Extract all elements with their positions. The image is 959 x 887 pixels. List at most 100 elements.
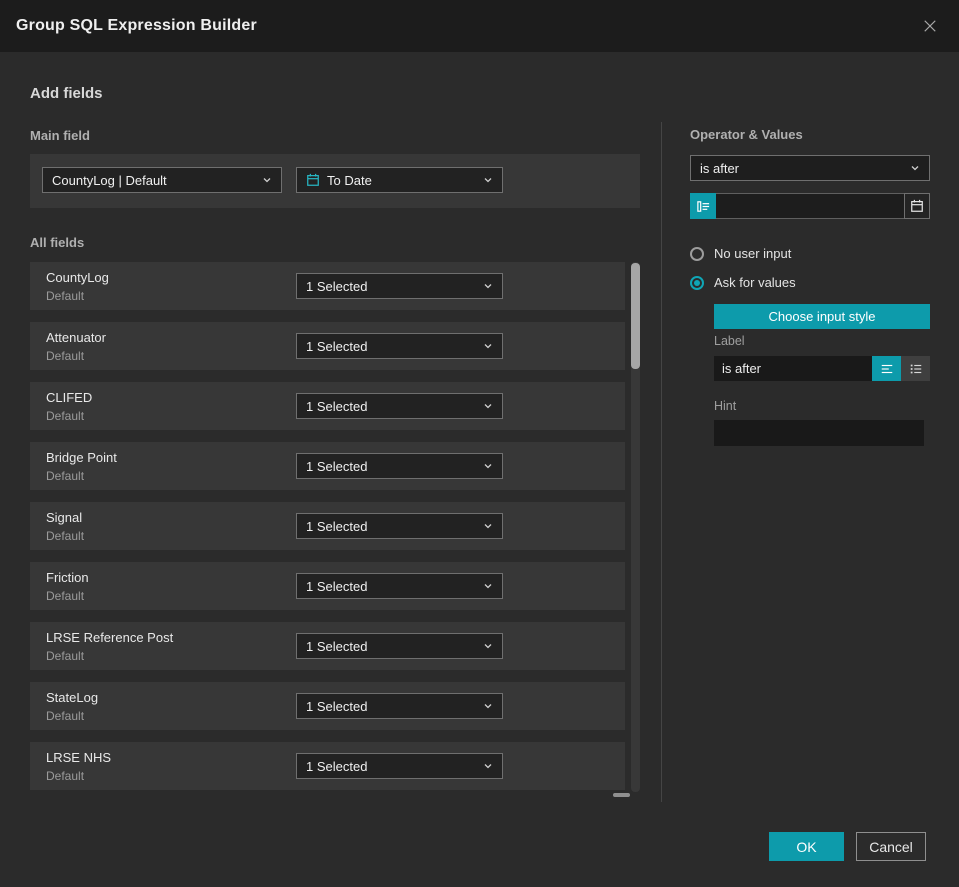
value-mode-button[interactable] [690, 193, 716, 219]
chevron-down-icon [911, 166, 919, 171]
chevron-down-icon [484, 644, 492, 649]
dropdown-value: 1 Selected [306, 698, 368, 714]
ok-button[interactable]: OK [769, 832, 844, 861]
field-source: Default [46, 649, 85, 663]
field-source: Default [46, 469, 85, 483]
field-source: Default [46, 349, 85, 363]
field-name: CountyLog [46, 270, 109, 285]
field-name: Bridge Point [46, 450, 117, 465]
main-field-heading: Main field [30, 128, 90, 143]
radio-label: Ask for values [714, 275, 796, 290]
field-selected-dropdown[interactable]: 1 Selected [296, 573, 503, 599]
dropdown-value: 1 Selected [306, 578, 368, 594]
value-input[interactable] [716, 193, 904, 219]
value-input-row [690, 193, 930, 219]
field-selected-dropdown[interactable]: 1 Selected [296, 633, 503, 659]
field-name: Signal [46, 510, 83, 525]
chevron-down-icon [484, 178, 492, 183]
all-fields-list: CountyLog Default 1 Selected Attenuator … [30, 262, 625, 790]
field-name: Attenuator [46, 330, 106, 345]
field-selected-dropdown[interactable]: 1 Selected [296, 693, 503, 719]
field-row: Signal Default 1 Selected [30, 502, 625, 550]
field-selected-dropdown[interactable]: 1 Selected [296, 333, 503, 359]
field-row: LRSE Reference Post Default 1 Selected [30, 622, 625, 670]
field-row: Attenuator Default 1 Selected [30, 322, 625, 370]
field-source: Default [46, 529, 85, 543]
add-fields-heading: Add fields [30, 85, 103, 102]
radio-label: No user input [714, 246, 792, 261]
field-source: Default [46, 289, 85, 303]
field-name: LRSE Reference Post [46, 630, 174, 645]
close-icon [924, 20, 936, 32]
field-selected-dropdown[interactable]: 1 Selected [296, 453, 503, 479]
main-field-panel: CountyLog | Default To Date [30, 154, 640, 208]
calendar-icon [911, 199, 923, 212]
chevron-down-icon [484, 764, 492, 769]
dropdown-value: is after [700, 160, 740, 176]
field-name: Friction [46, 570, 89, 585]
label-caption: Label [714, 334, 745, 348]
radio-no-user-input[interactable]: No user input [690, 246, 791, 261]
dialog-header: Group SQL Expression Builder [0, 0, 959, 52]
all-fields-heading: All fields [30, 235, 85, 250]
label-input-row: is after [714, 356, 930, 381]
field-selected-dropdown[interactable]: 1 Selected [296, 393, 503, 419]
chevron-down-icon [263, 178, 271, 183]
vertical-scrollbar-track[interactable] [631, 262, 640, 792]
label-input[interactable]: is after [714, 356, 872, 381]
align-left-icon [881, 364, 892, 373]
field-selected-dropdown[interactable]: 1 Selected [296, 753, 503, 779]
cancel-button[interactable]: Cancel [856, 832, 926, 861]
list-style-button[interactable] [901, 356, 930, 381]
field-selected-dropdown[interactable]: 1 Selected [296, 513, 503, 539]
field-source: Default [46, 709, 85, 723]
calendar-icon [307, 173, 319, 186]
dialog-title: Group SQL Expression Builder [16, 17, 257, 34]
operator-values-heading: Operator & Values [690, 127, 803, 142]
dropdown-value: 1 Selected [306, 338, 368, 354]
dropdown-value: 1 Selected [306, 398, 368, 414]
group-sql-expression-builder-dialog: Group SQL Expression Builder Add fields … [0, 0, 959, 887]
field-row: StateLog Default 1 Selected [30, 682, 625, 730]
chevron-down-icon [484, 584, 492, 589]
column-divider [661, 122, 662, 802]
list-style-icon [910, 364, 921, 373]
hint-input[interactable] [714, 420, 924, 446]
field-selected-dropdown[interactable]: 1 Selected [296, 273, 503, 299]
hint-caption: Hint [714, 399, 737, 413]
field-source: Default [46, 409, 85, 423]
close-button[interactable] [917, 13, 943, 39]
dropdown-value: 1 Selected [306, 278, 368, 294]
chevron-down-icon [484, 524, 492, 529]
field-row: CLIFED Default 1 Selected [30, 382, 625, 430]
radio-icon-selected [690, 275, 704, 290]
dropdown-value: 1 Selected [306, 638, 368, 654]
chevron-down-icon [484, 404, 492, 409]
single-line-style-button[interactable] [872, 356, 901, 381]
field-row: CountyLog Default 1 Selected [30, 262, 625, 310]
value-list-icon [696, 200, 709, 212]
radio-ask-for-values[interactable]: Ask for values [690, 275, 796, 290]
field-name: CLIFED [46, 390, 93, 405]
field-name: LRSE NHS [46, 750, 112, 765]
date-field-dropdown[interactable]: To Date [296, 167, 503, 193]
horizontal-scrollbar-thumb[interactable] [613, 793, 630, 797]
chevron-down-icon [484, 284, 492, 289]
choose-input-style-button[interactable]: Choose input style [714, 304, 930, 329]
date-picker-button[interactable] [904, 193, 930, 219]
chevron-down-icon [484, 464, 492, 469]
dropdown-value: 1 Selected [306, 458, 368, 474]
vertical-scrollbar-thumb[interactable] [631, 263, 640, 369]
field-source: Default [46, 769, 85, 783]
field-row: Bridge Point Default 1 Selected [30, 442, 625, 490]
dropdown-value: 1 Selected [306, 758, 368, 774]
radio-icon [690, 246, 704, 261]
chevron-down-icon [484, 344, 492, 349]
dropdown-value: To Date [327, 172, 372, 188]
dropdown-value: CountyLog | Default [52, 172, 167, 188]
field-source: Default [46, 589, 85, 603]
dropdown-value: 1 Selected [306, 518, 368, 534]
operator-dropdown[interactable]: is after [690, 155, 930, 181]
chevron-down-icon [484, 704, 492, 709]
main-field-dropdown[interactable]: CountyLog | Default [42, 167, 282, 193]
